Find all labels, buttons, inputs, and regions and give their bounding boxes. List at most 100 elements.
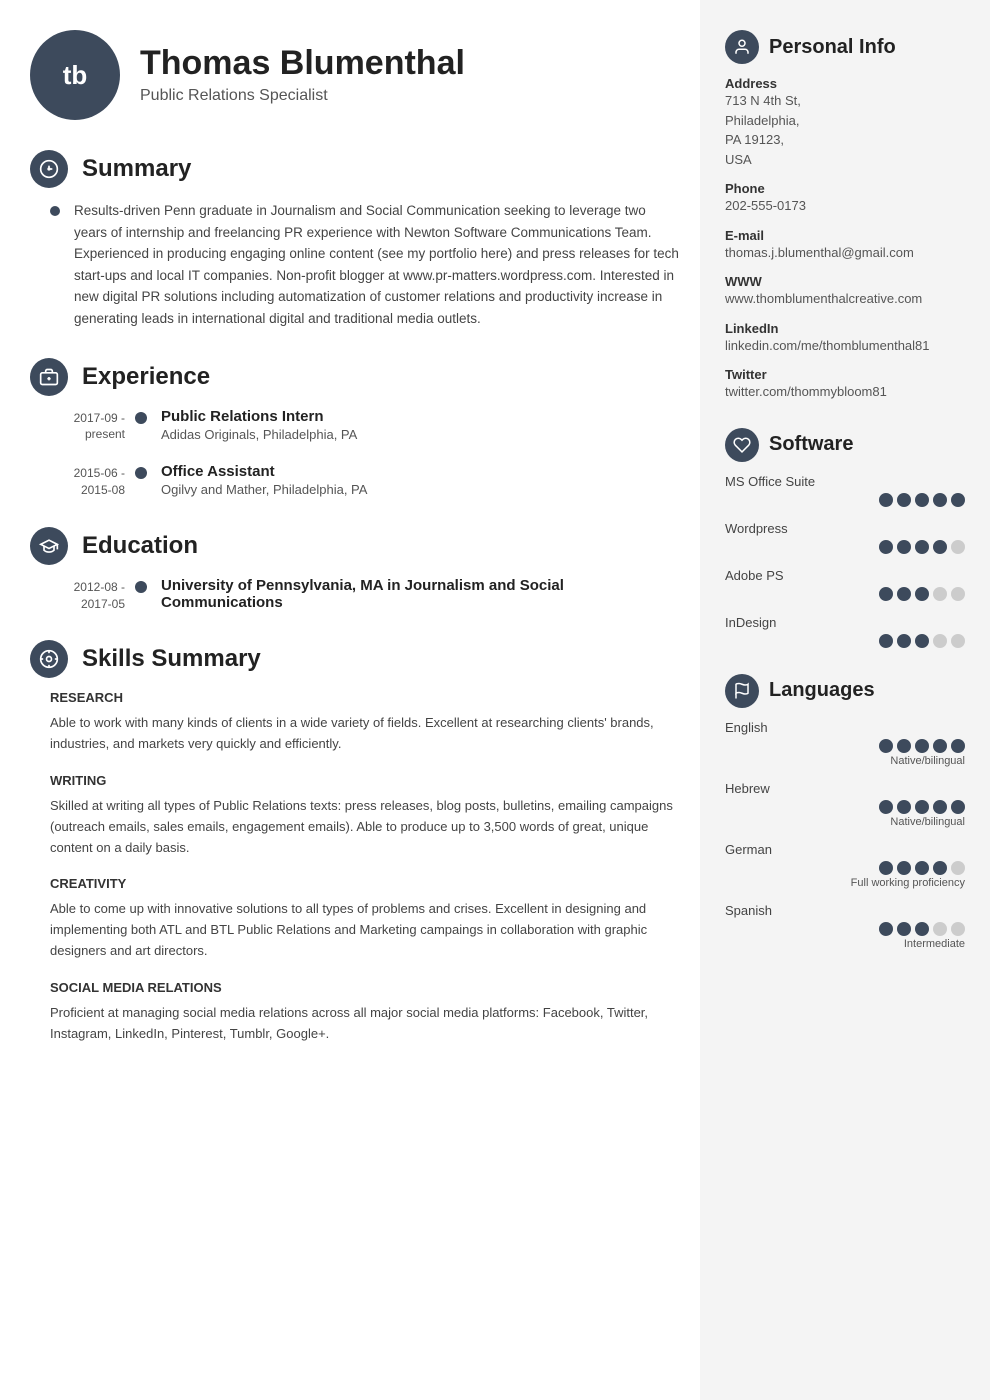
- dot: [933, 922, 947, 936]
- info-twitter: Twitter twitter.com/thommybloom81: [725, 367, 965, 402]
- dot: [897, 861, 911, 875]
- lang-name-3: German: [725, 842, 965, 857]
- info-www: WWW www.thomblumenthalcreative.com: [725, 274, 965, 309]
- skill-cat-text-3: Able to come up with innovative solution…: [30, 899, 680, 961]
- dot: [879, 540, 893, 554]
- personal-info-title: Personal Info: [769, 36, 896, 59]
- summary-title: Summary: [82, 155, 191, 183]
- software-row-2: Wordpress: [725, 521, 965, 554]
- education-item-1: 2012-08 - 2017-05 University of Pennsylv…: [50, 577, 680, 613]
- candidate-name: Thomas Blumenthal: [140, 45, 465, 82]
- languages-title: Languages: [769, 679, 875, 702]
- summary-text: Results-driven Penn graduate in Journali…: [74, 200, 680, 330]
- dot: [897, 493, 911, 507]
- languages-header: Languages: [725, 674, 965, 708]
- exp-company-2: Ogilvy and Mather, Philadelphia, PA: [161, 482, 367, 497]
- edu-dot-1: [135, 581, 147, 593]
- dot: [897, 587, 911, 601]
- dot: [915, 540, 929, 554]
- software-row-3: Adobe PS: [725, 568, 965, 601]
- dot: [951, 861, 965, 875]
- skill-cat-text-2: Skilled at writing all types of Public R…: [30, 796, 680, 858]
- experience-item-2: 2015-06 - 2015-08 Office Assistant Ogilv…: [50, 463, 680, 499]
- personal-info-icon: [725, 30, 759, 64]
- skills-icon: [30, 640, 68, 678]
- edu-content-1: University of Pennsylvania, MA in Journa…: [161, 577, 680, 611]
- summary-body: Results-driven Penn graduate in Journali…: [30, 200, 680, 330]
- skill-category-2: WRITING Skilled at writing all types of …: [30, 773, 680, 858]
- info-www-value: www.thomblumenthalcreative.com: [725, 289, 965, 309]
- languages-section: Languages English Native/bilingual Hebre…: [725, 674, 965, 950]
- info-email: E-mail thomas.j.blumenthal@gmail.com: [725, 228, 965, 263]
- skills-header: Skills Summary: [30, 640, 680, 678]
- lang-level-2: Native/bilingual: [725, 816, 965, 828]
- dot: [879, 861, 893, 875]
- skill-category-4: SOCIAL MEDIA RELATIONS Proficient at man…: [30, 980, 680, 1045]
- dot: [897, 540, 911, 554]
- exp-content-1: Public Relations Intern Adidas Originals…: [161, 408, 357, 442]
- dot: [933, 800, 947, 814]
- experience-section: Experience 2017-09 - present Public Rela…: [30, 358, 680, 499]
- resume-page: tb Thomas Blumenthal Public Relations Sp…: [0, 0, 990, 1400]
- skill-cat-name-1: RESEARCH: [30, 690, 680, 705]
- experience-icon: [30, 358, 68, 396]
- software-name-4: InDesign: [725, 615, 965, 630]
- skill-category-1: RESEARCH Able to work with many kinds of…: [30, 690, 680, 755]
- dot: [915, 634, 929, 648]
- education-title: Education: [82, 532, 198, 560]
- lang-dots-3: [725, 861, 965, 875]
- education-section: Education 2012-08 - 2017-05 University o…: [30, 527, 680, 613]
- lang-dots-1: [725, 739, 965, 753]
- exp-title-1: Public Relations Intern: [161, 408, 357, 425]
- info-phone: Phone 202-555-0173: [725, 181, 965, 216]
- info-address-value: 713 N 4th St, Philadelphia, PA 19123, US…: [725, 91, 965, 169]
- exp-date-2: 2015-06 - 2015-08: [50, 463, 125, 499]
- lang-row-1: English Native/bilingual: [725, 720, 965, 767]
- info-twitter-value: twitter.com/thommybloom81: [725, 382, 965, 402]
- education-icon: [30, 527, 68, 565]
- software-icon: [725, 428, 759, 462]
- exp-company-1: Adidas Originals, Philadelphia, PA: [161, 427, 357, 442]
- info-email-label: E-mail: [725, 228, 965, 243]
- lang-level-3: Full working proficiency: [725, 877, 965, 889]
- software-section: Software MS Office Suite Wordpress: [725, 428, 965, 648]
- dot: [915, 922, 929, 936]
- dot: [951, 739, 965, 753]
- info-linkedin: LinkedIn linkedin.com/me/thomblumenthal8…: [725, 321, 965, 356]
- dot: [879, 587, 893, 601]
- skill-cat-name-3: CREATIVITY: [30, 876, 680, 891]
- software-header: Software: [725, 428, 965, 462]
- dot: [879, 922, 893, 936]
- lang-row-4: Spanish Intermediate: [725, 903, 965, 950]
- skills-title: Skills Summary: [82, 645, 261, 673]
- dot: [951, 587, 965, 601]
- software-dots-2: [725, 540, 965, 554]
- dot: [933, 634, 947, 648]
- edu-date-1: 2012-08 - 2017-05: [50, 577, 125, 613]
- software-name-1: MS Office Suite: [725, 474, 965, 489]
- software-title: Software: [769, 433, 853, 456]
- lang-row-3: German Full working proficiency: [725, 842, 965, 889]
- summary-section: Summary Results-driven Penn graduate in …: [30, 150, 680, 330]
- exp-dot-1: [135, 412, 147, 424]
- personal-info-section: Personal Info Address 713 N 4th St, Phil…: [725, 30, 965, 402]
- dot: [915, 861, 929, 875]
- left-column: tb Thomas Blumenthal Public Relations Sp…: [0, 0, 700, 1400]
- exp-title-2: Office Assistant: [161, 463, 367, 480]
- dot: [915, 800, 929, 814]
- summary-header: Summary: [30, 150, 680, 188]
- summary-bullet: [50, 206, 60, 216]
- dot: [897, 922, 911, 936]
- info-www-label: WWW: [725, 274, 965, 289]
- exp-dot-2: [135, 467, 147, 479]
- summary-icon: [30, 150, 68, 188]
- candidate-title: Public Relations Specialist: [140, 87, 465, 105]
- dot: [933, 587, 947, 601]
- avatar: tb: [30, 30, 120, 120]
- lang-level-1: Native/bilingual: [725, 755, 965, 767]
- languages-icon: [725, 674, 759, 708]
- dot: [933, 540, 947, 554]
- education-timeline: 2012-08 - 2017-05 University of Pennsylv…: [30, 577, 680, 613]
- dot: [933, 493, 947, 507]
- info-linkedin-label: LinkedIn: [725, 321, 965, 336]
